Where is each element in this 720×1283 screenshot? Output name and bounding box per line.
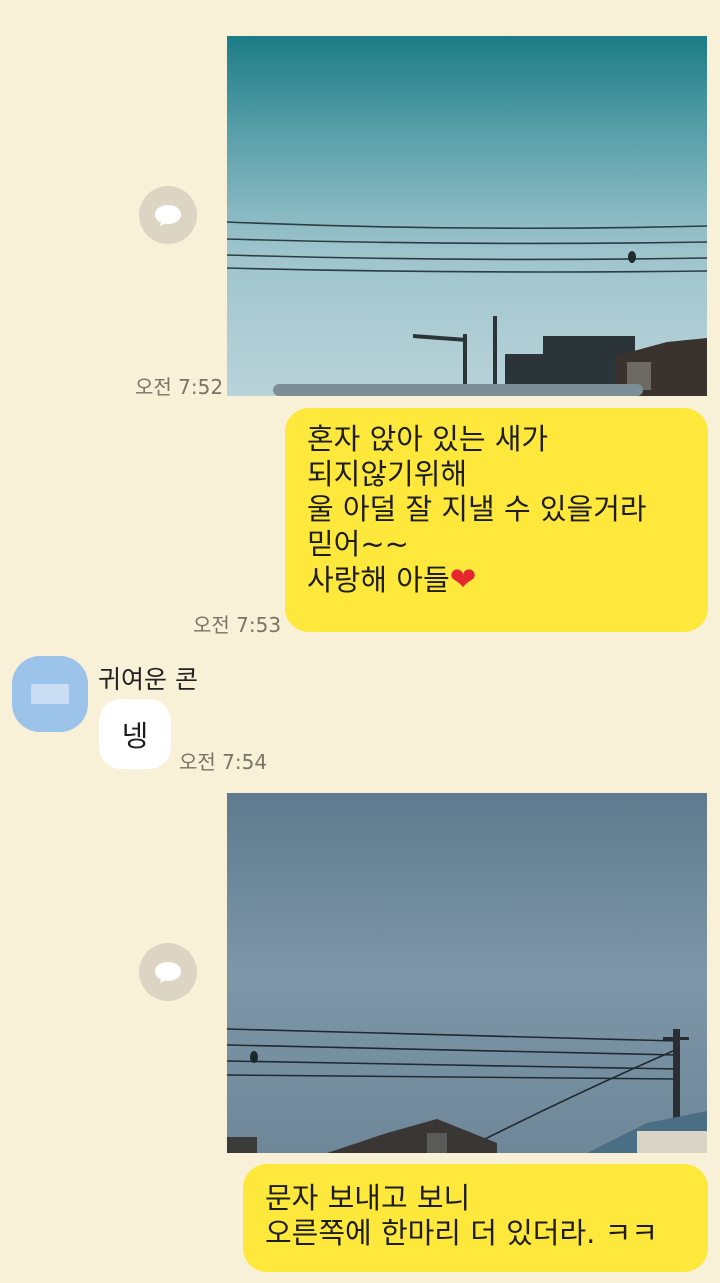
message-line: 오른쪽에 한마리 더 있더라. ㅋㅋ — [265, 1216, 658, 1250]
share-icon — [155, 205, 181, 226]
avatar[interactable] — [12, 656, 88, 732]
share-button[interactable] — [139, 943, 197, 1001]
message-line: 되지않기위해 — [307, 457, 468, 491]
message-text: 넹 — [121, 719, 149, 753]
message-line-text: 사랑해 아들 — [307, 563, 450, 597]
photo-message-sky[interactable] — [227, 793, 707, 1153]
message-time: 오전 7:52 — [135, 375, 224, 399]
message-line: 문자 보내고 보니 — [265, 1181, 471, 1215]
my-message-bubble[interactable]: 혼자 앉아 있는 새가 되지않기위해 울 아덜 잘 지낼 수 있을거라 믿어~~… — [285, 408, 708, 632]
heart-emoji: ❤ — [449, 560, 477, 598]
message-line: 믿어~~ — [307, 527, 409, 561]
message-time: 오전 7:54 — [179, 750, 268, 774]
my-message-bubble[interactable]: 문자 보내고 보니 오른쪽에 한마리 더 있더라. ㅋㅋ — [243, 1164, 708, 1272]
avatar-image — [31, 684, 69, 704]
share-icon — [155, 962, 181, 983]
message-line: 울 아덜 잘 지낼 수 있을거라 — [307, 492, 647, 526]
sender-name: 귀여운 콘 — [98, 665, 198, 694]
photo-message-sky[interactable] — [227, 36, 707, 396]
share-button[interactable] — [139, 186, 197, 244]
message-line: 혼자 앉아 있는 새가 — [307, 422, 549, 456]
their-message-bubble[interactable]: 넹 — [99, 699, 171, 769]
message-time: 오전 7:53 — [193, 613, 282, 637]
message-line: 사랑해 아들❤ — [307, 562, 708, 598]
